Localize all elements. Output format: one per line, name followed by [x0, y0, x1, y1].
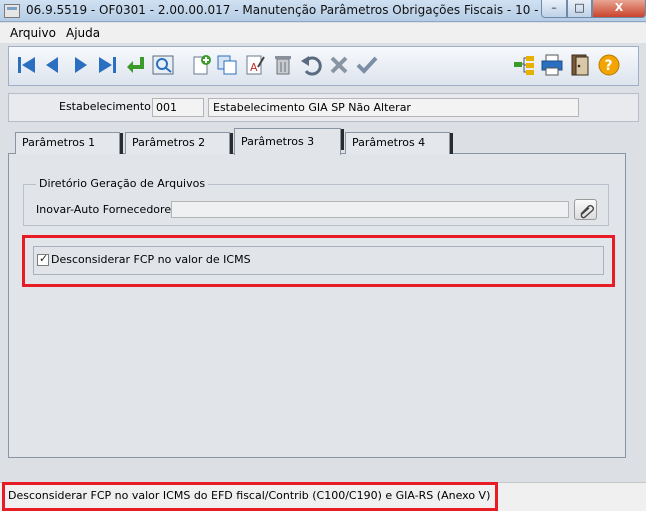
- inovar-input[interactable]: [171, 201, 569, 218]
- browse-icon: [580, 205, 594, 219]
- estabelecimento-code-field[interactable]: 001: [152, 98, 204, 117]
- print-icon[interactable]: [540, 53, 564, 77]
- app-icon: [4, 4, 20, 18]
- highlight-checkbox-frame: [22, 235, 615, 287]
- menu-ajuda[interactable]: Ajuda: [66, 26, 100, 40]
- help-icon[interactable]: ?: [597, 53, 621, 77]
- delete-record-icon[interactable]: [271, 53, 295, 77]
- toolbar: A ?: [8, 46, 639, 86]
- tab-parametros-3[interactable]: Parâmetros 3: [234, 128, 344, 155]
- structure-icon[interactable]: [512, 53, 536, 77]
- maximize-button[interactable]: □: [567, 0, 592, 18]
- inovar-label: Inovar-Auto Fornecedores:: [36, 203, 181, 216]
- window-title: 06.9.5519 - OF0301 - 2.00.00.017 - Manut…: [26, 3, 611, 17]
- browse-button[interactable]: [574, 199, 597, 220]
- tab-parametros-1[interactable]: Parâmetros 1: [15, 132, 123, 154]
- exit-icon[interactable]: [568, 53, 592, 77]
- save-icon[interactable]: [355, 53, 379, 77]
- search-icon[interactable]: [151, 53, 175, 77]
- menu-bar: Arquivo Ajuda: [0, 23, 646, 43]
- title-bar: 06.9.5519 - OF0301 - 2.00.00.017 - Manut…: [0, 0, 646, 22]
- svg-text:A: A: [250, 61, 258, 74]
- first-record-icon[interactable]: [15, 53, 39, 77]
- highlight-status-frame: [2, 482, 498, 511]
- maximize-icon: □: [574, 1, 585, 14]
- goto-icon[interactable]: [124, 53, 148, 77]
- minimize-icon: –: [551, 1, 557, 14]
- undo-icon[interactable]: [299, 53, 323, 77]
- copy-record-icon[interactable]: [215, 53, 239, 77]
- cancel-icon[interactable]: [327, 53, 351, 77]
- tab-parametros-4[interactable]: Parâmetros 4: [345, 132, 453, 154]
- last-record-icon[interactable]: [95, 53, 119, 77]
- diretorio-group-title: Diretório Geração de Arquivos: [36, 177, 209, 190]
- minimize-button[interactable]: –: [541, 0, 567, 18]
- next-record-icon[interactable]: [68, 53, 92, 77]
- previous-record-icon[interactable]: [41, 53, 65, 77]
- svg-text:?: ?: [605, 58, 613, 74]
- estabelecimento-panel: Estabelecimento: 001 Estabelecimento GIA…: [8, 93, 639, 122]
- estabelecimento-label: Estabelecimento:: [59, 100, 155, 113]
- estabelecimento-name-field: Estabelecimento GIA SP Não Alterar: [208, 98, 579, 117]
- tab-parametros-2[interactable]: Parâmetros 2: [125, 132, 233, 154]
- new-record-icon[interactable]: [189, 53, 213, 77]
- edit-record-icon[interactable]: A: [244, 53, 268, 77]
- close-icon: X: [614, 1, 624, 14]
- menu-arquivo[interactable]: Arquivo: [10, 26, 56, 40]
- close-button[interactable]: X: [592, 0, 646, 18]
